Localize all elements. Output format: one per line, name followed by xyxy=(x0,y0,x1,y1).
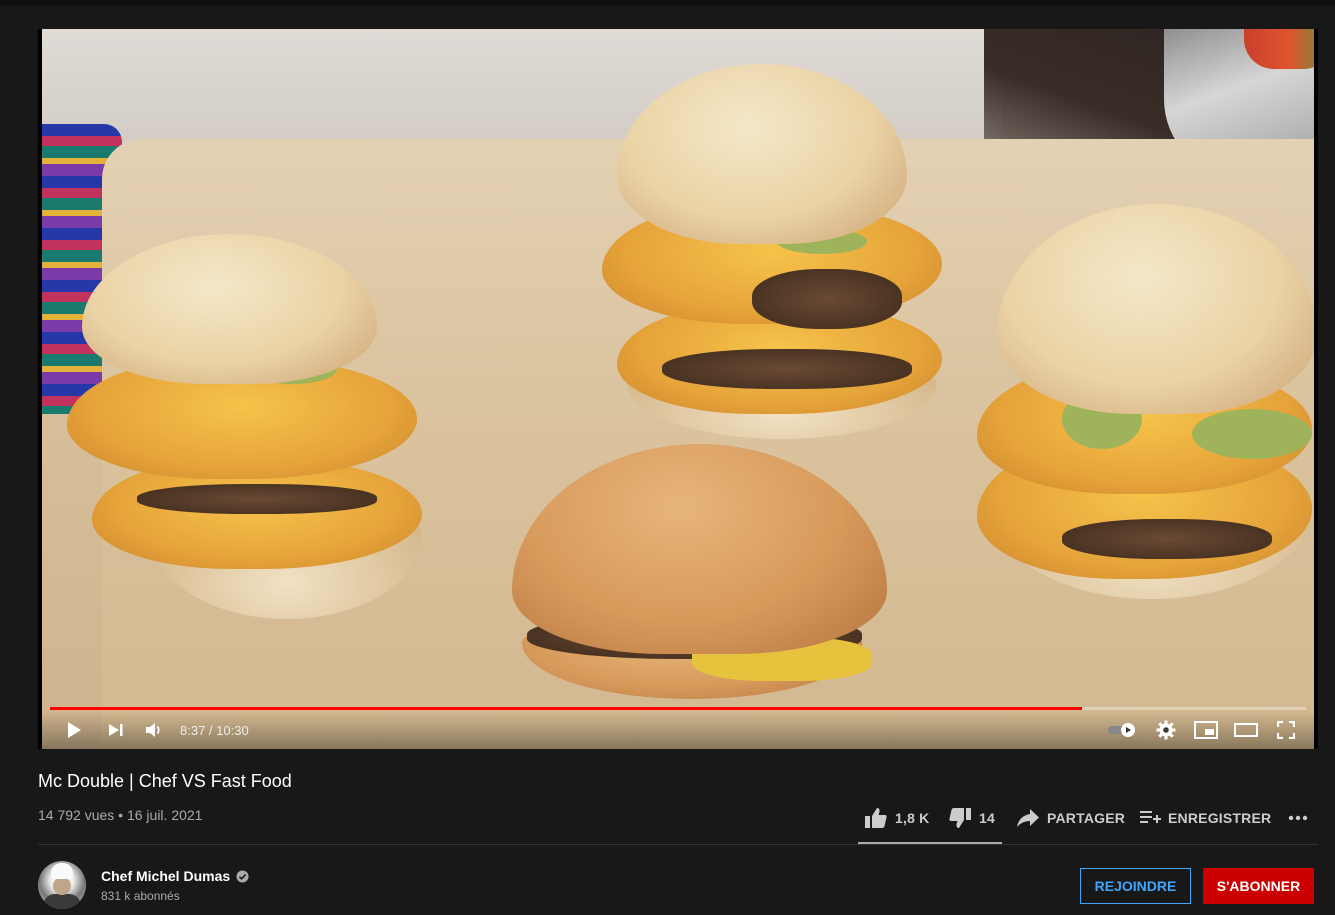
video-player[interactable]: 8:37 / 10:30 xyxy=(38,29,1318,749)
next-icon xyxy=(109,724,123,736)
autoplay-toggle-icon xyxy=(1108,723,1135,737)
save-label: ENREGISTRER xyxy=(1168,810,1272,826)
next-button[interactable] xyxy=(104,711,128,749)
autoplay-toggle[interactable] xyxy=(1106,711,1138,749)
fullscreen-button[interactable] xyxy=(1274,711,1298,749)
player-controls: 8:37 / 10:30 xyxy=(38,711,1318,749)
fullscreen-icon xyxy=(1277,721,1295,739)
playlist-add-icon xyxy=(1140,811,1161,823)
video-title: Mc Double | Chef VS Fast Food xyxy=(38,771,292,791)
dislike-button[interactable]: 14 xyxy=(948,806,995,830)
channel-name-row[interactable]: Chef Michel Dumas xyxy=(101,868,249,884)
share-button[interactable]: PARTAGER xyxy=(1016,806,1125,830)
thumbs-down-icon xyxy=(949,808,971,828)
thumbs-up-icon xyxy=(865,808,887,828)
avatar[interactable] xyxy=(38,861,86,909)
verified-icon xyxy=(236,870,249,882)
channel-name[interactable]: Chef Michel Dumas xyxy=(101,868,230,884)
progress-fill xyxy=(50,707,1083,710)
video-meta: 14 792 vues • 16 juil. 2021 xyxy=(38,807,203,823)
volume-icon xyxy=(146,723,160,737)
like-count: 1,8 K xyxy=(895,810,930,826)
share-icon xyxy=(1017,809,1039,827)
dislike-count: 14 xyxy=(979,810,995,826)
divider xyxy=(38,844,1318,845)
time-display: 8:37 / 10:30 xyxy=(180,722,249,738)
subscribe-button[interactable]: S'ABONNER xyxy=(1203,868,1314,904)
more-button[interactable] xyxy=(1288,806,1308,830)
join-button[interactable]: REJOINDRE xyxy=(1080,868,1191,904)
play-button[interactable] xyxy=(60,711,88,749)
share-label: PARTAGER xyxy=(1047,810,1126,826)
miniplayer-button[interactable] xyxy=(1192,711,1220,749)
progress-bar[interactable] xyxy=(50,707,1306,710)
volume-button[interactable] xyxy=(142,711,166,749)
play-icon xyxy=(68,722,81,738)
theater-icon xyxy=(1234,723,1258,737)
theater-button[interactable] xyxy=(1232,711,1260,749)
video-frame[interactable] xyxy=(42,29,1314,749)
more-icon xyxy=(1288,815,1308,821)
settings-icon xyxy=(1156,720,1176,740)
settings-button[interactable] xyxy=(1154,711,1178,749)
miniplayer-icon xyxy=(1194,721,1218,739)
save-button[interactable]: ENREGISTRER xyxy=(1139,806,1271,830)
subscriber-count: 831 k abonnés xyxy=(101,889,180,903)
top-bar xyxy=(0,0,1335,6)
like-button[interactable]: 1,8 K xyxy=(864,806,929,830)
